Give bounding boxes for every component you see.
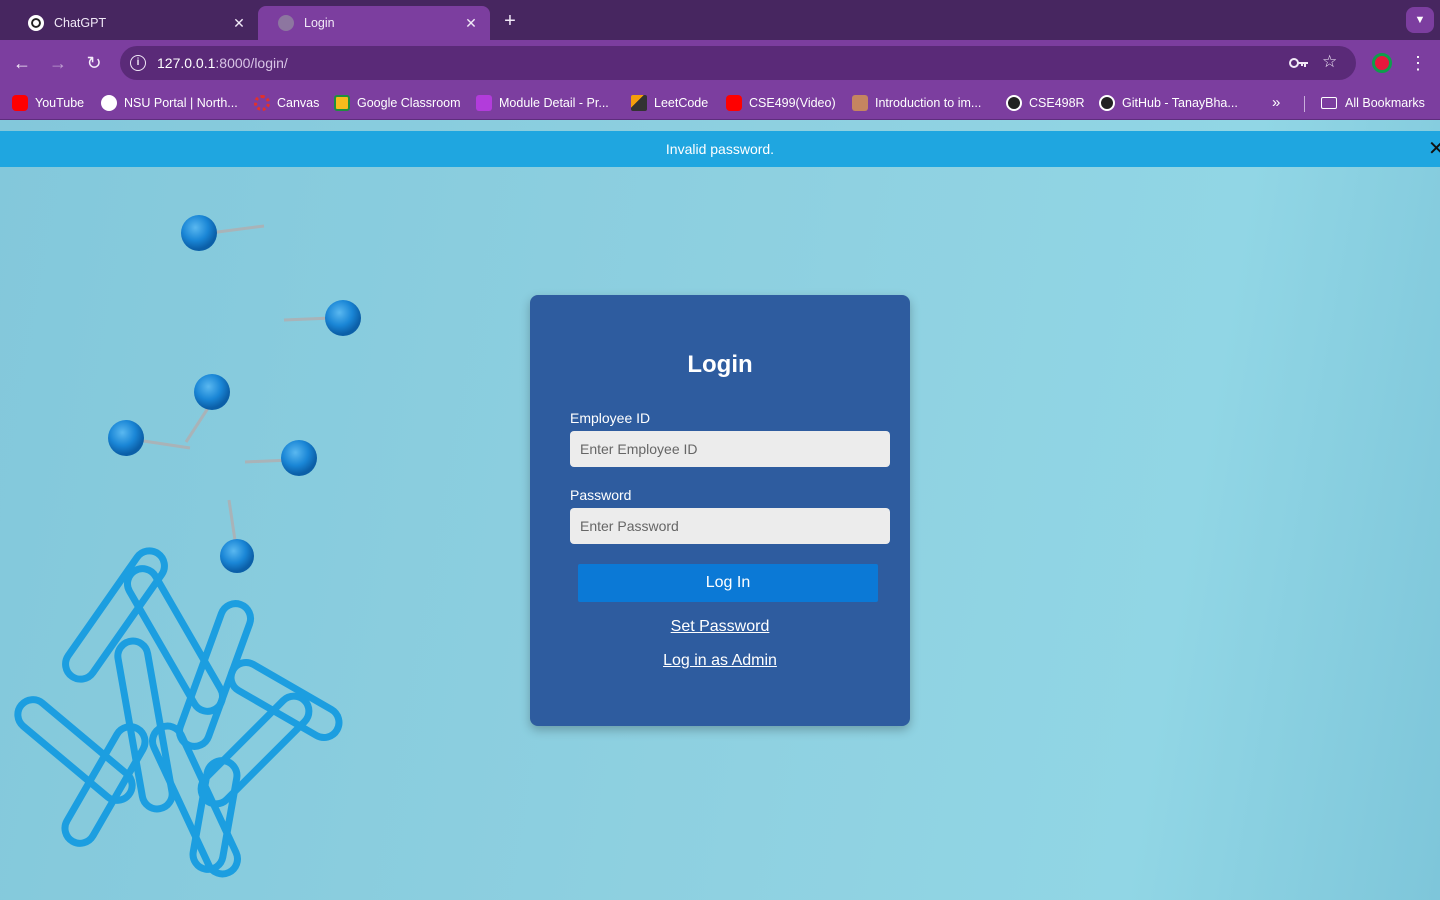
bookmark-label: YouTube xyxy=(35,96,85,110)
close-icon[interactable]: ✕ xyxy=(230,14,248,32)
reload-icon: ↻ xyxy=(86,52,102,73)
bookmark-label: All Bookmarks xyxy=(1345,96,1425,110)
page-content: Invalid password. ✕ Login Employee ID Pa… xyxy=(0,120,1440,900)
tab-title: Login xyxy=(304,16,335,30)
bookmark-star-icon[interactable]: ☆ xyxy=(1322,52,1342,72)
chevron-down-icon: ▼ xyxy=(1414,14,1426,26)
bookmark-github-tanay[interactable]: GitHub - TanayBha... xyxy=(1099,94,1238,112)
youtube-icon xyxy=(726,95,742,111)
globe-icon xyxy=(278,15,294,31)
push-pin-icon xyxy=(108,420,191,456)
tab-title: ChatGPT xyxy=(54,16,107,30)
bookmark-cse498r[interactable]: CSE498R xyxy=(1006,94,1085,112)
more-bookmarks-button[interactable]: » xyxy=(1272,94,1280,111)
bookmark-cse499-video[interactable]: CSE499(Video) xyxy=(726,94,836,112)
tab-chatgpt[interactable]: ChatGPT ✕ xyxy=(8,6,258,40)
employee-id-field[interactable] xyxy=(570,431,890,467)
browser-toolbar: ← → ↻ i 127.0.0.1:8000/login/ ☆ ⋮ xyxy=(0,40,1440,86)
bookmark-google-classroom[interactable]: Google Classroom xyxy=(334,94,461,112)
bookmark-label: GitHub - TanayBha... xyxy=(1122,96,1238,110)
youtube-icon xyxy=(12,95,28,111)
chatgpt-icon xyxy=(28,15,44,31)
address-bar[interactable]: i 127.0.0.1:8000/login/ ☆ xyxy=(120,46,1356,80)
login-card: Login Employee ID Password Log In Set Pa… xyxy=(530,295,910,726)
bookmark-module-detail[interactable]: Module Detail - Pr... xyxy=(476,94,609,112)
arrow-left-icon: ← xyxy=(13,52,31,73)
bookmark-label: Module Detail - Pr... xyxy=(499,96,609,110)
globe-icon xyxy=(101,95,117,111)
bookmark-leetcode[interactable]: LeetCode xyxy=(631,94,708,112)
leetcode-icon xyxy=(631,95,647,111)
error-alert: Invalid password. ✕ xyxy=(0,131,1440,167)
password-field[interactable] xyxy=(570,508,890,544)
admin-login-link[interactable]: Log in as Admin xyxy=(530,652,910,670)
bookmark-canvas[interactable]: Canvas xyxy=(254,94,319,112)
login-button[interactable]: Log In xyxy=(578,564,878,602)
push-pin-icon xyxy=(184,374,230,443)
url-path: :8000/login/ xyxy=(215,55,288,71)
more-menu-icon[interactable]: ⋮ xyxy=(1408,51,1428,75)
url-host: 127.0.0.1 xyxy=(157,55,216,71)
employee-id-label: Employee ID xyxy=(570,410,651,426)
set-password-link[interactable]: Set Password xyxy=(530,618,910,636)
profile-avatar[interactable] xyxy=(1372,53,1392,73)
github-icon xyxy=(1006,95,1022,111)
bookmark-label: Google Classroom xyxy=(357,96,461,110)
all-bookmarks-button[interactable]: All Bookmarks xyxy=(1321,94,1425,112)
new-tab-button[interactable]: + xyxy=(498,9,522,33)
background-decoration xyxy=(14,215,361,878)
canvas-icon xyxy=(254,95,270,111)
close-icon[interactable]: ✕ xyxy=(1428,131,1440,167)
arrow-right-icon: → xyxy=(49,52,67,73)
github-icon xyxy=(1099,95,1115,111)
bookmark-youtube[interactable]: YouTube xyxy=(12,94,84,112)
classroom-icon xyxy=(334,95,350,111)
bookmark-label: CSE498R xyxy=(1029,96,1085,110)
push-pin-icon xyxy=(181,215,265,251)
back-button[interactable]: ← xyxy=(10,51,34,75)
push-pin-icon xyxy=(220,499,254,573)
bookmark-nsu-portal[interactable]: NSU Portal | North... xyxy=(101,94,238,112)
bookmark-label: Canvas xyxy=(277,96,320,110)
reload-button[interactable]: ↻ xyxy=(82,51,106,75)
url-text[interactable]: 127.0.0.1:8000/login/ xyxy=(157,55,288,71)
bookmark-label: LeetCode xyxy=(654,96,709,110)
forward-button[interactable]: → xyxy=(46,51,70,75)
folder-icon xyxy=(1321,97,1337,109)
site-info-icon[interactable]: i xyxy=(130,55,146,71)
tab-strip: ChatGPT ✕ Login ✕ + ▼ xyxy=(0,0,1440,40)
password-key-icon[interactable] xyxy=(1288,54,1310,72)
bookmark-label: Introduction to im... xyxy=(875,96,982,110)
close-icon[interactable]: ✕ xyxy=(462,14,480,32)
tab-login[interactable]: Login ✕ xyxy=(258,6,490,40)
bookmark-introduction[interactable]: Introduction to im... xyxy=(852,94,981,112)
bookmark-label: NSU Portal | North... xyxy=(124,96,238,110)
push-pin-icon xyxy=(283,300,361,336)
paper-clip-icon xyxy=(14,547,343,878)
bookmarks-divider xyxy=(1304,96,1305,112)
tab-search-button[interactable]: ▼ xyxy=(1406,7,1434,33)
push-pin-icon xyxy=(244,440,317,476)
password-label: Password xyxy=(570,487,632,503)
avatar-icon xyxy=(852,95,868,111)
alert-message: Invalid password. xyxy=(665,141,775,157)
page-title: Login xyxy=(687,351,753,378)
module-icon xyxy=(476,95,492,111)
bookmark-label: CSE499(Video) xyxy=(749,96,836,110)
bookmarks-bar: YouTube NSU Portal | North... Canvas Goo… xyxy=(0,86,1440,120)
